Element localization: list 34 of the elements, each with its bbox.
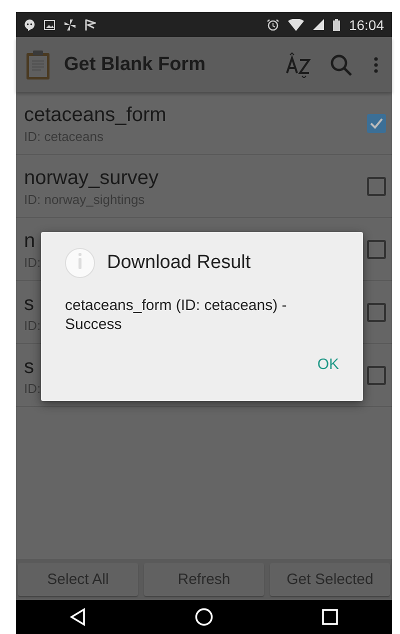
form-name: s [24,292,34,316]
status-time: 16:04 [348,16,384,32]
recent-apps-icon[interactable] [322,609,338,625]
checkbox[interactable] [367,114,386,132]
dialog-title: Download Result [107,252,251,274]
dialog-message: cetaceans_form (ID: cetaceans) - Success [65,296,288,334]
checkbox[interactable] [367,240,386,258]
form-name: cetaceans_form [24,102,166,126]
form-name: s [24,354,34,378]
checkbox[interactable] [367,302,386,322]
action-button[interactable]: Get Selected [270,563,390,596]
screen-title: Get Blank Form [64,54,206,76]
signal-icon [312,19,324,30]
overflow-menu-icon[interactable] [374,56,378,72]
home-icon[interactable] [194,608,213,626]
wifi-icon [288,18,304,30]
search-icon[interactable] [330,54,352,76]
action-button[interactable]: Refresh [144,563,264,596]
action-button[interactable]: Select All [18,563,138,596]
pinwheel-icon [64,18,76,30]
form-name: norway_survey [24,166,159,190]
flag-icon [85,18,96,30]
clipboard-icon [26,50,50,80]
ok-button[interactable]: OK [307,350,349,379]
alarm-icon [266,18,279,30]
checkbox[interactable] [367,176,386,196]
checkbox[interactable] [367,366,386,384]
image-icon [44,20,55,30]
back-icon[interactable] [70,608,86,626]
sort-az-icon[interactable] [286,52,312,78]
info-icon [65,248,95,278]
form-name: n [24,228,36,252]
chat-bubble-icon [24,18,35,30]
battery-icon [332,18,340,30]
